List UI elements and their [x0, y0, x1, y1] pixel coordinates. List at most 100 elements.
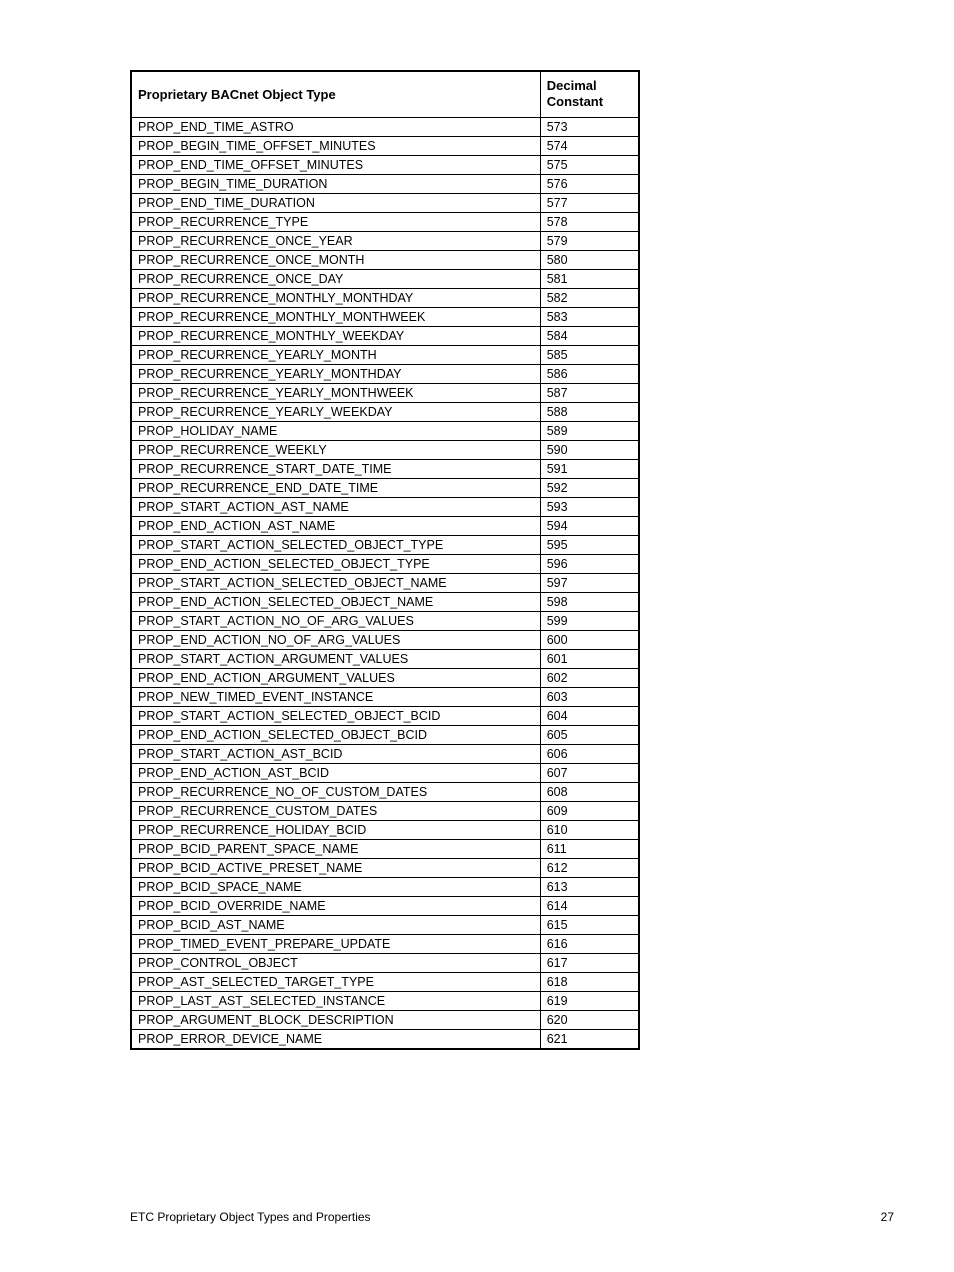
- cell-object-type: PROP_END_TIME_DURATION: [131, 193, 540, 212]
- table-row: PROP_RECURRENCE_YEARLY_MONTHDAY586: [131, 364, 639, 383]
- cell-object-type: PROP_BEGIN_TIME_OFFSET_MINUTES: [131, 136, 540, 155]
- table-row: PROP_END_ACTION_SELECTED_OBJECT_TYPE596: [131, 554, 639, 573]
- cell-object-type: PROP_ARGUMENT_BLOCK_DESCRIPTION: [131, 1010, 540, 1029]
- cell-object-type: PROP_LAST_AST_SELECTED_INSTANCE: [131, 991, 540, 1010]
- cell-object-type: PROP_END_ACTION_SELECTED_OBJECT_BCID: [131, 725, 540, 744]
- table-row: PROP_RECURRENCE_ONCE_YEAR579: [131, 231, 639, 250]
- cell-decimal-constant: 581: [540, 269, 639, 288]
- cell-decimal-constant: 606: [540, 744, 639, 763]
- cell-decimal-constant: 609: [540, 801, 639, 820]
- cell-decimal-constant: 619: [540, 991, 639, 1010]
- cell-object-type: PROP_BCID_AST_NAME: [131, 915, 540, 934]
- cell-object-type: PROP_RECURRENCE_END_DATE_TIME: [131, 478, 540, 497]
- cell-object-type: PROP_RECURRENCE_ONCE_DAY: [131, 269, 540, 288]
- table-row: PROP_BEGIN_TIME_DURATION576: [131, 174, 639, 193]
- table-row: PROP_RECURRENCE_ONCE_DAY581: [131, 269, 639, 288]
- page-footer: ETC Proprietary Object Types and Propert…: [130, 1210, 894, 1224]
- cell-object-type: PROP_START_ACTION_AST_NAME: [131, 497, 540, 516]
- table-row: PROP_TIMED_EVENT_PREPARE_UPDATE616: [131, 934, 639, 953]
- cell-decimal-constant: 618: [540, 972, 639, 991]
- table-row: PROP_START_ACTION_NO_OF_ARG_VALUES599: [131, 611, 639, 630]
- table-row: PROP_RECURRENCE_START_DATE_TIME591: [131, 459, 639, 478]
- table-row: PROP_RECURRENCE_MONTHLY_WEEKDAY584: [131, 326, 639, 345]
- table-row: PROP_END_ACTION_SELECTED_OBJECT_NAME598: [131, 592, 639, 611]
- table-row: PROP_BCID_ACTIVE_PRESET_NAME612: [131, 858, 639, 877]
- cell-object-type: PROP_END_ACTION_SELECTED_OBJECT_NAME: [131, 592, 540, 611]
- cell-decimal-constant: 604: [540, 706, 639, 725]
- cell-decimal-constant: 595: [540, 535, 639, 554]
- cell-decimal-constant: 620: [540, 1010, 639, 1029]
- table-row: PROP_BCID_PARENT_SPACE_NAME611: [131, 839, 639, 858]
- cell-object-type: PROP_CONTROL_OBJECT: [131, 953, 540, 972]
- cell-object-type: PROP_BEGIN_TIME_DURATION: [131, 174, 540, 193]
- cell-decimal-constant: 573: [540, 117, 639, 136]
- cell-decimal-constant: 615: [540, 915, 639, 934]
- table-row: PROP_RECURRENCE_ONCE_MONTH580: [131, 250, 639, 269]
- cell-decimal-constant: 587: [540, 383, 639, 402]
- table-row: PROP_START_ACTION_SELECTED_OBJECT_TYPE59…: [131, 535, 639, 554]
- cell-decimal-constant: 588: [540, 402, 639, 421]
- cell-decimal-constant: 612: [540, 858, 639, 877]
- cell-object-type: PROP_START_ACTION_ARGUMENT_VALUES: [131, 649, 540, 668]
- cell-decimal-constant: 597: [540, 573, 639, 592]
- footer-page-number: 27: [881, 1210, 894, 1224]
- cell-object-type: PROP_HOLIDAY_NAME: [131, 421, 540, 440]
- cell-object-type: PROP_START_ACTION_SELECTED_OBJECT_NAME: [131, 573, 540, 592]
- table-row: PROP_BCID_OVERRIDE_NAME614: [131, 896, 639, 915]
- cell-object-type: PROP_RECURRENCE_YEARLY_MONTHWEEK: [131, 383, 540, 402]
- table-row: PROP_START_ACTION_AST_BCID606: [131, 744, 639, 763]
- cell-object-type: PROP_BCID_PARENT_SPACE_NAME: [131, 839, 540, 858]
- header-constant: Decimal Constant: [540, 71, 639, 117]
- cell-object-type: PROP_RECURRENCE_ONCE_YEAR: [131, 231, 540, 250]
- cell-object-type: PROP_START_ACTION_NO_OF_ARG_VALUES: [131, 611, 540, 630]
- cell-decimal-constant: 613: [540, 877, 639, 896]
- table-row: PROP_END_TIME_ASTRO573: [131, 117, 639, 136]
- cell-decimal-constant: 585: [540, 345, 639, 364]
- cell-decimal-constant: 577: [540, 193, 639, 212]
- table-row: PROP_ERROR_DEVICE_NAME621: [131, 1029, 639, 1049]
- table-row: PROP_RECURRENCE_YEARLY_MONTHWEEK587: [131, 383, 639, 402]
- cell-decimal-constant: 605: [540, 725, 639, 744]
- cell-decimal-constant: 578: [540, 212, 639, 231]
- cell-object-type: PROP_END_TIME_ASTRO: [131, 117, 540, 136]
- cell-decimal-constant: 586: [540, 364, 639, 383]
- table-row: PROP_HOLIDAY_NAME589: [131, 421, 639, 440]
- cell-object-type: PROP_END_TIME_OFFSET_MINUTES: [131, 155, 540, 174]
- cell-object-type: PROP_RECURRENCE_NO_OF_CUSTOM_DATES: [131, 782, 540, 801]
- cell-object-type: PROP_RECURRENCE_WEEKLY: [131, 440, 540, 459]
- table-row: PROP_RECURRENCE_YEARLY_MONTH585: [131, 345, 639, 364]
- table-row: PROP_RECURRENCE_NO_OF_CUSTOM_DATES608: [131, 782, 639, 801]
- table-row: PROP_RECURRENCE_END_DATE_TIME592: [131, 478, 639, 497]
- cell-decimal-constant: 621: [540, 1029, 639, 1049]
- table-row: PROP_NEW_TIMED_EVENT_INSTANCE603: [131, 687, 639, 706]
- cell-decimal-constant: 583: [540, 307, 639, 326]
- cell-object-type: PROP_RECURRENCE_MONTHLY_MONTHWEEK: [131, 307, 540, 326]
- cell-decimal-constant: 598: [540, 592, 639, 611]
- header-type: Proprietary BACnet Object Type: [131, 71, 540, 117]
- cell-object-type: PROP_START_ACTION_SELECTED_OBJECT_TYPE: [131, 535, 540, 554]
- cell-decimal-constant: 603: [540, 687, 639, 706]
- table-row: PROP_END_ACTION_AST_NAME594: [131, 516, 639, 535]
- cell-object-type: PROP_BCID_OVERRIDE_NAME: [131, 896, 540, 915]
- cell-object-type: PROP_RECURRENCE_YEARLY_WEEKDAY: [131, 402, 540, 421]
- table-row: PROP_RECURRENCE_MONTHLY_MONTHDAY582: [131, 288, 639, 307]
- cell-decimal-constant: 611: [540, 839, 639, 858]
- table-row: PROP_RECURRENCE_CUSTOM_DATES609: [131, 801, 639, 820]
- cell-object-type: PROP_AST_SELECTED_TARGET_TYPE: [131, 972, 540, 991]
- cell-object-type: PROP_NEW_TIMED_EVENT_INSTANCE: [131, 687, 540, 706]
- cell-decimal-constant: 600: [540, 630, 639, 649]
- cell-decimal-constant: 580: [540, 250, 639, 269]
- cell-decimal-constant: 591: [540, 459, 639, 478]
- table-row: PROP_RECURRENCE_TYPE578: [131, 212, 639, 231]
- cell-object-type: PROP_END_ACTION_AST_BCID: [131, 763, 540, 782]
- cell-decimal-constant: 575: [540, 155, 639, 174]
- table-row: PROP_BCID_AST_NAME615: [131, 915, 639, 934]
- table-row: PROP_END_ACTION_AST_BCID607: [131, 763, 639, 782]
- table-row: PROP_START_ACTION_ARGUMENT_VALUES601: [131, 649, 639, 668]
- bacnet-object-type-table: Proprietary BACnet Object Type Decimal C…: [130, 70, 640, 1050]
- cell-decimal-constant: 616: [540, 934, 639, 953]
- table-row: PROP_AST_SELECTED_TARGET_TYPE618: [131, 972, 639, 991]
- footer-title: ETC Proprietary Object Types and Propert…: [130, 1210, 371, 1224]
- cell-object-type: PROP_RECURRENCE_CUSTOM_DATES: [131, 801, 540, 820]
- table-row: PROP_BEGIN_TIME_OFFSET_MINUTES574: [131, 136, 639, 155]
